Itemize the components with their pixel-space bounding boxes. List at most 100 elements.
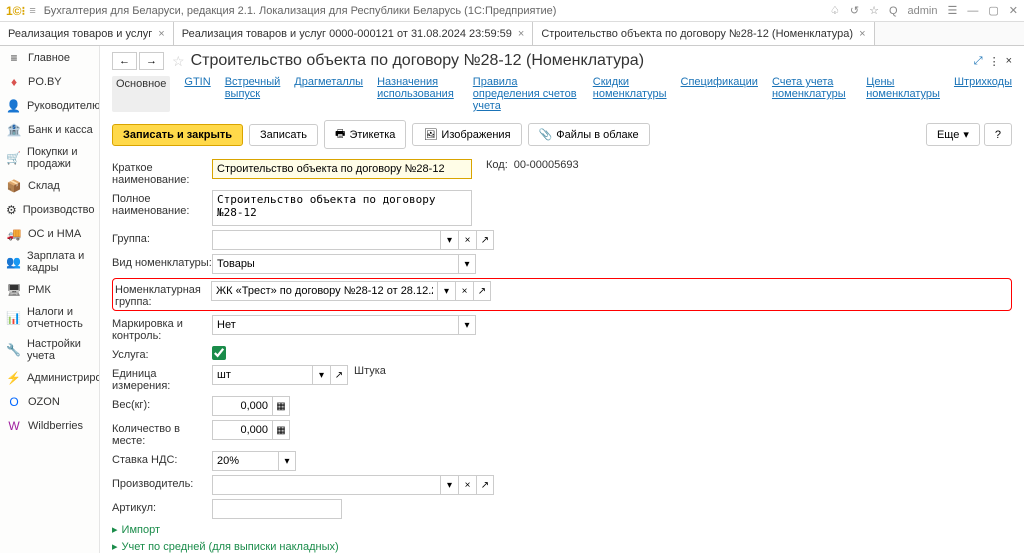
minimize-icon[interactable]: — (967, 5, 978, 17)
subtab-5[interactable]: Правила определения счетов учета (473, 76, 579, 112)
sidebar-item-13[interactable]: OOZON (0, 390, 99, 414)
article-input[interactable] (212, 499, 342, 519)
calc-icon[interactable]: ▦ (272, 420, 290, 440)
tab-1[interactable]: Реализация товаров и услуг 0000-000121 о… (174, 22, 534, 45)
clear-icon[interactable]: × (458, 230, 476, 250)
dropdown-icon[interactable]: ▾ (440, 475, 458, 495)
dropdown-icon[interactable]: ▾ (437, 281, 455, 301)
toolbar: Записать и закрыть Записать 🖶Этикетка 🖼И… (112, 120, 1012, 149)
subtab-8[interactable]: Счета учета номенклатуры (772, 76, 852, 112)
expander-0[interactable]: ▸Импорт (112, 523, 1012, 536)
subtab-3[interactable]: Драгметаллы (294, 76, 363, 112)
maximize-icon[interactable]: ▢ (988, 4, 998, 17)
close-icon[interactable]: × (158, 28, 164, 40)
tabs-bar: Реализация товаров и услуг× Реализация т… (0, 22, 1024, 46)
sidebar-item-2[interactable]: 👤Руководителю (0, 94, 99, 118)
subtab-2[interactable]: Встречный выпуск (225, 76, 281, 112)
label-button[interactable]: 🖶Этикетка (324, 120, 406, 149)
sidebar-item-9[interactable]: 🖥РМК (0, 278, 99, 302)
expander-1[interactable]: ▸Учет по средней (для выписки накладных) (112, 540, 1012, 553)
menu-icon[interactable]: ≡ (29, 5, 35, 17)
marking-input[interactable] (212, 315, 458, 335)
weight-input[interactable] (212, 396, 272, 416)
short-name-label: Краткое наименование: (112, 159, 212, 186)
nav-back-button[interactable]: ← (112, 52, 137, 70)
options-icon[interactable]: ⋮ (989, 55, 1000, 68)
full-name-label: Полное наименование: (112, 190, 212, 217)
unit-input[interactable] (212, 365, 312, 385)
sidebar-item-7[interactable]: 🚚ОС и НМА (0, 222, 99, 246)
dropdown-icon[interactable]: ▾ (440, 230, 458, 250)
open-icon[interactable]: ↗ (473, 281, 491, 301)
images-button[interactable]: 🖼Изображения (412, 123, 521, 146)
clear-icon[interactable]: × (458, 475, 476, 495)
tab-2[interactable]: Строительство объекта по договору №28-12… (533, 22, 874, 45)
sidebar-icon: 👤 (6, 98, 21, 114)
clear-icon[interactable]: × (455, 281, 473, 301)
highlighted-row: Номенклатурная группа: ▾ × ↗ (112, 278, 1012, 311)
sidebar-item-6[interactable]: ⚙Производство (0, 198, 99, 222)
weight-label: Вес(кг): (112, 396, 212, 411)
more-button[interactable]: Еще ▾ (926, 123, 980, 146)
header-right-icons: ♤ ↺ ☆ Q admin ☰ — ▢ ✕ (830, 4, 1018, 17)
user-menu-icon[interactable]: ☰ (948, 4, 958, 17)
nom-group-input[interactable] (211, 281, 437, 301)
subtab-7[interactable]: Спецификации (681, 76, 758, 112)
sidebar-item-4[interactable]: 🛒Покупки и продажи (0, 142, 99, 174)
dropdown-icon[interactable]: ▾ (458, 254, 476, 274)
qty-input[interactable] (212, 420, 272, 440)
tab-0[interactable]: Реализация товаров и услуг× (0, 22, 174, 45)
service-checkbox[interactable] (212, 346, 226, 360)
sidebar-item-11[interactable]: 🔧 Настройки учета (0, 334, 99, 366)
calc-icon[interactable]: ▦ (272, 396, 290, 416)
favorite-icon[interactable]: ☆ (172, 53, 185, 70)
sidebar-item-14[interactable]: WWildberries (0, 414, 99, 438)
sidebar-icon: ≡ (6, 50, 22, 66)
short-name-input[interactable] (212, 159, 472, 179)
sidebar-label: Настройки учета (27, 338, 93, 362)
top-bar: 1©⁝ ≡ Бухгалтерия для Беларуси, редакция… (0, 0, 1024, 22)
subtab-1[interactable]: GTIN (184, 76, 210, 112)
subtab-10[interactable]: Штрихкоды (954, 76, 1012, 112)
history-icon[interactable]: ↺ (850, 4, 859, 17)
open-icon[interactable]: ↗ (476, 475, 494, 495)
close-icon[interactable]: × (859, 28, 865, 40)
sidebar-icon: 🖥 (6, 282, 22, 298)
sidebar-icon: 🔧 (6, 342, 21, 358)
close-app-icon[interactable]: ✕ (1009, 4, 1018, 17)
full-name-input[interactable]: Строительство объекта по договору №28-12 (212, 190, 472, 226)
nav-forward-button[interactable]: → (139, 52, 164, 70)
link-icon[interactable]: ⤢ (974, 55, 983, 68)
type-input[interactable] (212, 254, 458, 274)
group-input[interactable] (212, 230, 440, 250)
close-page-icon[interactable]: × (1006, 55, 1012, 67)
sidebar-item-10[interactable]: 📊Налоги и отчетность (0, 302, 99, 334)
star-icon[interactable]: ☆ (869, 4, 879, 17)
dropdown-icon[interactable]: ▾ (278, 451, 296, 471)
dropdown-icon[interactable]: ▾ (458, 315, 476, 335)
files-button[interactable]: 📎Файлы в облаке (528, 123, 650, 146)
vat-input[interactable] (212, 451, 278, 471)
close-icon[interactable]: × (518, 28, 524, 40)
save-close-button[interactable]: Записать и закрыть (112, 124, 243, 146)
article-label: Артикул: (112, 499, 212, 514)
search-icon[interactable]: Q (889, 5, 898, 17)
sidebar-item-12[interactable]: ⚡Администрирование (0, 366, 99, 390)
user-label[interactable]: admin (908, 5, 938, 17)
bell-icon[interactable]: ♤ (830, 4, 840, 17)
sidebar-item-3[interactable]: 🏦Банк и касса (0, 118, 99, 142)
dropdown-icon[interactable]: ▾ (312, 365, 330, 385)
subtab-4[interactable]: Назначения использования (377, 76, 459, 112)
subtab-0[interactable]: Основное (112, 76, 170, 112)
save-button[interactable]: Записать (249, 124, 318, 146)
sidebar-item-0[interactable]: ≡Главное (0, 46, 99, 70)
open-icon[interactable]: ↗ (330, 365, 348, 385)
subtab-9[interactable]: Цены номенклатуры (866, 76, 940, 112)
sidebar-item-5[interactable]: 📦Склад (0, 174, 99, 198)
sidebar-item-1[interactable]: ♦PO.BY (0, 70, 99, 94)
producer-input[interactable] (212, 475, 440, 495)
help-button[interactable]: ? (984, 123, 1012, 146)
sidebar-item-8[interactable]: 👥Зарплата и кадры (0, 246, 99, 278)
open-icon[interactable]: ↗ (476, 230, 494, 250)
subtab-6[interactable]: Скидки номенклатуры (593, 76, 667, 112)
